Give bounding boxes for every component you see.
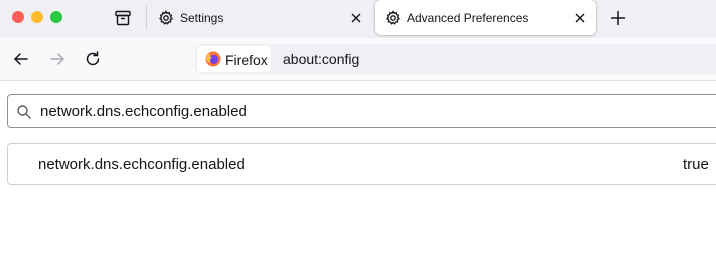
window-minimize-button[interactable] [31,11,43,23]
preference-search-box[interactable] [7,94,716,128]
tab-label: Advanced Preferences [407,11,529,25]
identity-box[interactable]: Firefox [197,46,271,72]
firefox-view-icon [115,10,131,26]
firefox-logo-icon [205,51,221,67]
tab-settings[interactable]: Settings [148,0,372,36]
gear-icon [158,10,174,25]
preference-row[interactable]: network.dns.echconfig.enabled true [7,143,716,185]
close-tab-icon[interactable] [348,10,364,26]
back-arrow-icon[interactable] [12,50,30,68]
forward-arrow-icon[interactable] [48,50,66,68]
close-tab-icon[interactable] [572,10,588,26]
tab-strip: Settings Advanced Preferences [0,0,716,38]
tab-advanced-preferences[interactable]: Advanced Preferences [375,0,596,35]
search-input[interactable] [40,100,640,122]
firefox-view-button[interactable] [108,5,138,31]
identity-label: Firefox [225,52,268,68]
url-bar[interactable]: Firefox about:config [195,44,716,74]
preference-name: network.dns.echconfig.enabled [38,156,245,173]
navigation-toolbar: Firefox about:config [0,38,716,81]
tab-divider [146,6,147,30]
tab-label: Settings [180,11,224,25]
window-maximize-button[interactable] [50,11,62,23]
url-text[interactable]: about:config [283,51,359,67]
reload-icon[interactable] [84,50,102,68]
new-tab-icon[interactable] [609,9,627,27]
window-close-button[interactable] [12,11,24,23]
search-icon [17,105,31,119]
preference-value[interactable]: true [683,156,709,173]
gear-icon [385,10,401,25]
